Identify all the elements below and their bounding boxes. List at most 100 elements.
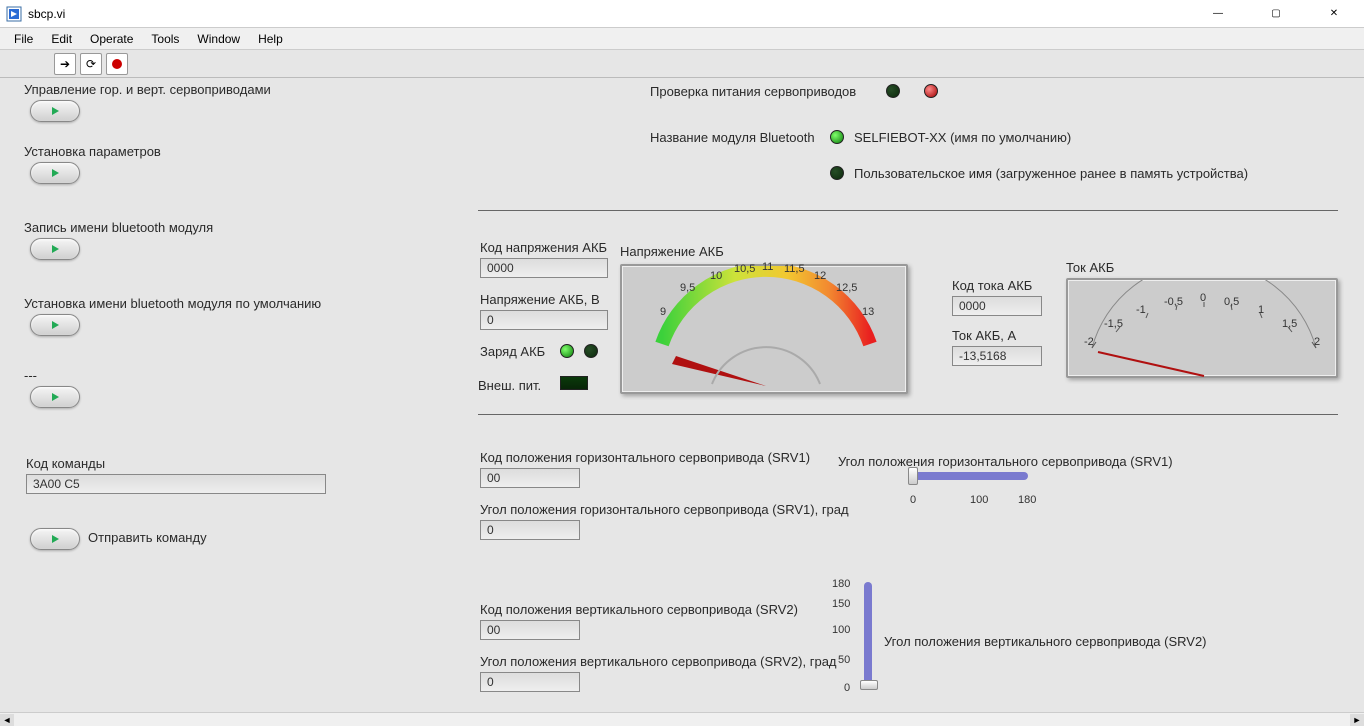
horizontal-scrollbar[interactable]: ◄ ► — [0, 712, 1364, 726]
gauge-tick: 10 — [710, 270, 722, 282]
close-button[interactable]: ✕ — [1314, 4, 1354, 24]
minimize-button[interactable]: — — [1198, 4, 1238, 24]
label-ext-power: Внеш. пит. — [478, 378, 541, 393]
send-command-button[interactable] — [30, 528, 80, 550]
label-cmd-code: Код команды — [26, 456, 105, 471]
gauge-tick: 9,5 — [680, 282, 695, 294]
set-params-button[interactable] — [30, 162, 80, 184]
gauge-voltage-title: Напряжение АКБ — [620, 244, 724, 259]
label-current-code: Код тока АКБ — [952, 278, 1032, 293]
srv2-slider[interactable] — [858, 582, 882, 692]
menu-bar: File Edit Operate Tools Window Help — [0, 28, 1364, 50]
slider-tick: 100 — [970, 494, 988, 506]
srv1-code-field: 00 — [480, 468, 580, 488]
title-bar: sbcp.vi — ▢ ✕ — [0, 0, 1364, 28]
led-bt-user — [830, 166, 844, 180]
labview-icon — [6, 6, 22, 22]
current-field: -13,5168 — [952, 346, 1042, 366]
label-bt-default-name: SELFIEBOT-XX (имя по умолчанию) — [854, 130, 1071, 145]
abort-button[interactable] — [106, 53, 128, 75]
window-title: sbcp.vi — [28, 7, 1198, 21]
label-bt-module: Название модуля Bluetooth — [650, 130, 815, 145]
slider-tick: 180 — [1018, 494, 1036, 506]
run-continuous-button[interactable]: ⟳ — [80, 53, 102, 75]
run-button[interactable]: ➔ — [54, 53, 76, 75]
menu-tools[interactable]: Tools — [143, 30, 187, 48]
slider-tick: 50 — [838, 654, 850, 666]
divider-1 — [478, 210, 1338, 211]
vi-icon[interactable] — [1328, 29, 1358, 49]
label-current: Ток АКБ, А — [952, 328, 1016, 343]
led-charge-2 — [584, 344, 598, 358]
label-voltage-code: Код напряжения АКБ — [480, 240, 607, 255]
divider-2 — [478, 414, 1338, 415]
gauge-tick: 2 — [1314, 336, 1320, 348]
gauge-tick: -0,5 — [1164, 296, 1183, 308]
scroll-right-icon[interactable]: ► — [1350, 714, 1364, 726]
led-charge-1 — [560, 344, 574, 358]
scroll-left-icon[interactable]: ◄ — [0, 714, 14, 726]
slider-tick: 150 — [832, 598, 850, 610]
label-srv2-code: Код положения вертикального сервопривода… — [480, 602, 798, 617]
dash-button[interactable] — [30, 386, 80, 408]
menu-operate[interactable]: Operate — [82, 30, 141, 48]
gauge-tick: 1 — [1258, 304, 1264, 316]
gauge-current-title: Ток АКБ — [1066, 260, 1114, 275]
gauge-tick: 0 — [1200, 292, 1206, 304]
gauge-tick: 12,5 — [836, 282, 857, 294]
gauge-tick: 11 — [762, 261, 773, 273]
gauge-tick: -1,5 — [1104, 318, 1123, 330]
srv2-code-field: 00 — [480, 620, 580, 640]
set-bt-default-button[interactable] — [30, 314, 80, 336]
label-srv2-angle: Угол положения вертикального сервопривод… — [480, 654, 837, 669]
slider-tick: 0 — [844, 682, 850, 694]
front-panel: Управление гор. и верт. сервоприводами У… — [0, 78, 1364, 726]
label-voltage: Напряжение АКБ, В — [480, 292, 600, 307]
label-check-power: Проверка питания сервоприводов — [650, 84, 856, 99]
slider-tick: 0 — [910, 494, 916, 506]
write-bt-name-button[interactable] — [30, 238, 80, 260]
menu-file[interactable]: File — [6, 30, 41, 48]
label-control-servos: Управление гор. и верт. сервоприводами — [24, 82, 271, 97]
voltage-code-field: 0000 — [480, 258, 608, 278]
label-srv1-code: Код положения горизонтального сервоприво… — [480, 450, 810, 465]
led-power-red — [924, 84, 938, 98]
window-controls: — ▢ ✕ — [1198, 4, 1354, 24]
label-dash: --- — [24, 368, 37, 383]
led-bt-default — [830, 130, 844, 144]
label-srv1-slider: Угол положения горизонтального сервоприв… — [838, 454, 1173, 469]
gauge-tick: -1 — [1136, 304, 1146, 316]
label-send-command: Отправить команду — [88, 530, 207, 545]
menu-edit[interactable]: Edit — [43, 30, 80, 48]
gauge-tick: -2 — [1084, 336, 1094, 348]
label-write-bt-name: Запись имени bluetooth модуля — [24, 220, 213, 235]
led-power-green — [886, 84, 900, 98]
slider-tick: 180 — [832, 578, 850, 590]
menu-help[interactable]: Help — [250, 30, 291, 48]
label-set-bt-default: Установка имени bluetooth модуля по умол… — [24, 296, 321, 311]
toolbar: ➔ ⟳ — [0, 50, 1364, 78]
gauge-tick: 10,5 — [734, 263, 755, 275]
maximize-button[interactable]: ▢ — [1256, 4, 1296, 24]
gauge-tick: 0,5 — [1224, 296, 1239, 308]
label-set-params: Установка параметров — [24, 144, 161, 159]
voltage-field: 0 — [480, 310, 608, 330]
label-charge: Заряд АКБ — [480, 344, 545, 359]
led-ext-power — [560, 376, 588, 390]
label-srv2-slider: Угол положения вертикального сервопривод… — [884, 634, 1207, 649]
control-servos-button[interactable] — [30, 100, 80, 122]
slider-tick: 100 — [832, 624, 850, 636]
current-gauge: -2 -1,5 -1 -0,5 0 0,5 1 1,5 2 — [1066, 278, 1338, 378]
label-bt-user-name: Пользовательское имя (загруженное ранее … — [854, 166, 1248, 181]
gauge-tick: 12 — [814, 270, 826, 282]
gauge-tick: 13 — [862, 306, 874, 318]
menu-window[interactable]: Window — [189, 30, 248, 48]
cmd-code-field: 3A00 C5 — [26, 474, 326, 494]
gauge-tick: 11,5 — [784, 263, 805, 275]
label-srv1-angle: Угол положения горизонтального сервоприв… — [480, 502, 849, 517]
srv2-angle-field: 0 — [480, 672, 580, 692]
voltage-gauge: 9 9,5 10 10,5 11 11,5 12 12,5 13 — [620, 264, 908, 394]
gauge-tick: 1,5 — [1282, 318, 1297, 330]
current-code-field: 0000 — [952, 296, 1042, 316]
gauge-tick: 9 — [660, 306, 666, 318]
